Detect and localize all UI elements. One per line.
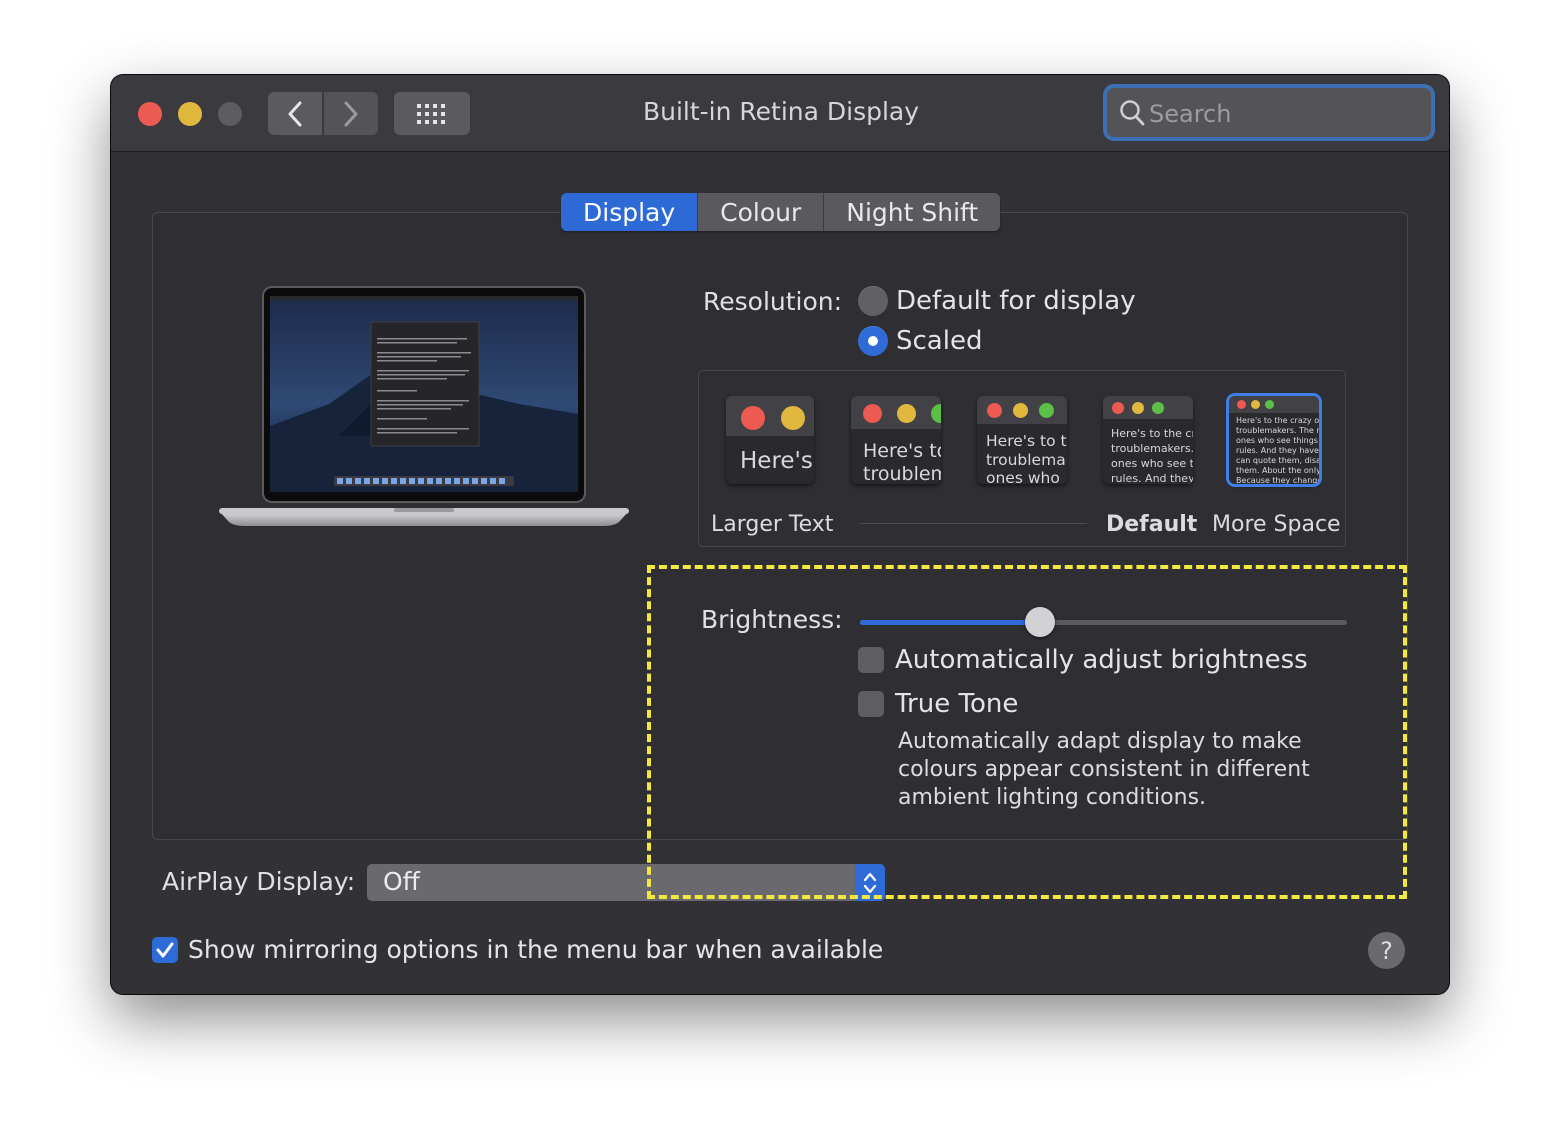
scaling-options: Here's Here's to troublem Here's to t tr… xyxy=(698,370,1346,547)
select-arrows-icon xyxy=(855,864,885,901)
scale-option-default[interactable]: Here's to the cr troublemakers. ones who… xyxy=(1103,396,1193,484)
search-input[interactable] xyxy=(1147,88,1421,139)
grid-icon xyxy=(417,103,445,124)
more-space-label: More Space xyxy=(1212,512,1341,537)
default-label: Default xyxy=(1106,512,1198,537)
tab-display[interactable]: Display xyxy=(561,193,698,231)
scale-option-medium[interactable]: Here's to t troublema ones who xyxy=(977,396,1067,484)
scale-divider xyxy=(859,523,1087,524)
default-for-display-label[interactable]: Default for display xyxy=(896,286,1136,316)
show-all-button[interactable] xyxy=(394,92,470,135)
title-bar: Built-in Retina Display xyxy=(111,75,1449,152)
tab-bar: Display Colour Night Shift xyxy=(561,193,1001,231)
auto-brightness-label[interactable]: Automatically adjust brightness xyxy=(895,645,1308,675)
scale-option-preview-text: Here's xyxy=(740,448,813,474)
larger-text-label: Larger Text xyxy=(711,512,834,537)
back-button[interactable] xyxy=(268,92,322,135)
close-button[interactable] xyxy=(138,102,162,126)
scale-option-more-space[interactable]: Here's to the crazy one troublemakers. T… xyxy=(1229,396,1319,484)
preferences-window: Built-in Retina Display Display Colour N… xyxy=(111,75,1449,994)
tab-night-shift[interactable]: Night Shift xyxy=(823,193,1000,231)
help-button[interactable]: ? xyxy=(1368,932,1405,969)
true-tone-description: Automatically adapt display to make colo… xyxy=(898,729,1310,810)
resolution-label: Resolution: xyxy=(703,287,843,316)
scale-option-largest[interactable]: Here's xyxy=(726,396,814,484)
brightness-label: Brightness: xyxy=(701,605,843,634)
scale-option-preview-text: Here's to the crazy one troublemakers. T… xyxy=(1236,416,1319,484)
brightness-slider-knob[interactable] xyxy=(1025,607,1056,637)
airplay-selected-value: Off xyxy=(383,867,420,896)
minimize-button[interactable] xyxy=(178,102,202,126)
true-tone-label[interactable]: True Tone xyxy=(895,689,1018,719)
scale-option-preview-text: Here's to troublem xyxy=(863,440,941,484)
scale-option-large[interactable]: Here's to troublem xyxy=(851,396,941,484)
search-icon xyxy=(1120,100,1145,126)
airplay-display-select[interactable]: Off xyxy=(367,864,885,901)
airplay-label: AirPlay Display: xyxy=(162,867,356,896)
window-title: Built-in Retina Display xyxy=(642,97,920,126)
macbook-illustration xyxy=(219,286,629,526)
radio-scaled[interactable] xyxy=(858,326,888,356)
chevron-left-icon xyxy=(288,101,302,126)
brightness-slider-fill xyxy=(860,620,1041,625)
chevron-right-icon xyxy=(344,101,358,126)
scaled-label[interactable]: Scaled xyxy=(896,326,982,356)
radio-default-for-display[interactable] xyxy=(858,286,888,316)
true-tone-checkbox[interactable] xyxy=(858,691,884,717)
mirroring-checkbox[interactable] xyxy=(152,937,178,963)
checkmark-icon xyxy=(156,942,174,958)
tab-colour[interactable]: Colour xyxy=(697,193,823,231)
forward-button[interactable] xyxy=(324,92,378,135)
auto-brightness-checkbox[interactable] xyxy=(858,647,884,673)
scale-option-preview-text: Here's to t troublema ones who xyxy=(986,432,1067,484)
zoom-button[interactable] xyxy=(218,102,242,126)
mirroring-label[interactable]: Show mirroring options in the menu bar w… xyxy=(188,935,883,964)
brightness-slider[interactable] xyxy=(860,607,1347,637)
scale-option-preview-text: Here's to the cr troublemakers. ones who… xyxy=(1111,427,1193,484)
search-field[interactable] xyxy=(1107,88,1431,139)
